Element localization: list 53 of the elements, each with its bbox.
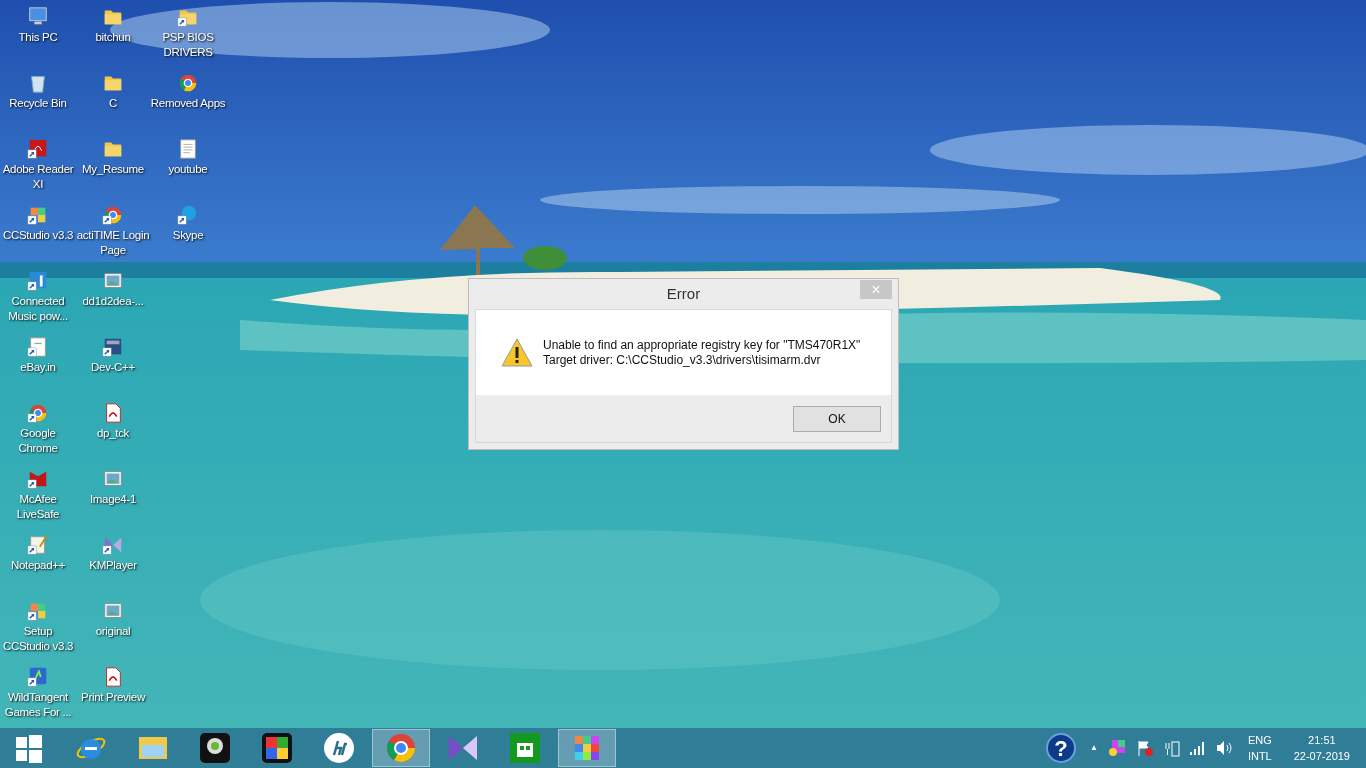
adobe-icon[interactable] — [27, 138, 49, 160]
notepad-icon[interactable] — [27, 534, 49, 556]
icon-label[interactable]: Removed Apps — [150, 96, 226, 111]
puzzle-icon — [260, 731, 294, 765]
battery-icon[interactable] — [1163, 739, 1180, 757]
icon-label[interactable]: Image4-1 — [89, 492, 137, 507]
icon-label[interactable]: C — [109, 96, 117, 111]
webcam-icon — [198, 731, 232, 765]
language-indicator[interactable]: ENG — [1247, 732, 1272, 748]
icon-label[interactable]: actiTIME Login Page — [76, 228, 150, 258]
help-icon[interactable]: ? — [1045, 733, 1076, 763]
icon-label[interactable]: original — [95, 624, 131, 639]
icon-label[interactable]: Skype — [172, 228, 204, 243]
icon-label[interactable]: PSP BIOS DRIVERS — [150, 30, 226, 60]
page-icon[interactable] — [27, 336, 49, 358]
icon-label[interactable]: Setup CCStudio v3.3 — [0, 624, 76, 654]
icon-label[interactable]: youtube — [168, 162, 208, 177]
icon-label[interactable]: Adobe Reader XI — [0, 162, 76, 192]
warning-icon — [501, 337, 533, 368]
icon-label[interactable]: This PC — [18, 30, 58, 45]
clock-date[interactable]: 22-07-2019 — [1293, 748, 1350, 764]
icon-label[interactable]: CCStudio v3.3 — [2, 228, 74, 243]
chrome-icon — [384, 731, 418, 765]
ok-button[interactable]: OK — [793, 405, 881, 432]
chrome-icon[interactable] — [27, 402, 49, 424]
store-icon — [508, 731, 542, 765]
icon-label[interactable]: Recycle Bin — [9, 96, 67, 111]
icon-label[interactable]: KMPlayer — [89, 558, 137, 573]
show-hidden-icons-button[interactable]: ▲ — [1089, 742, 1098, 754]
icon-label[interactable]: Google Chrome — [0, 426, 76, 456]
icon-label[interactable]: dd1d2dea-... — [82, 294, 144, 309]
icon-label[interactable]: dp_tck — [96, 426, 130, 441]
icon-label[interactable]: My_Resume — [82, 162, 144, 177]
window-title: Error — [666, 283, 701, 304]
error-message: Unable to find an appropriate registry key for "TMS470R1X" Target driver: C:\CCStudio_v3.3\drivers\tisimarm.dvr — [543, 337, 861, 368]
icon-label[interactable]: eBay.in — [20, 360, 56, 375]
flag-error-icon[interactable] — [1135, 739, 1154, 757]
icon-label[interactable]: WildTangent Games For ... — [0, 690, 76, 720]
chrome-icon[interactable] — [177, 72, 199, 94]
icon-label[interactable]: Dev-C++ — [91, 360, 135, 375]
chrome-icon[interactable] — [102, 204, 124, 226]
language-indicator[interactable]: INTL — [1247, 748, 1272, 764]
volume-icon[interactable] — [1215, 740, 1234, 756]
icon-label[interactable]: Print Preview — [81, 690, 145, 705]
signal-icon[interactable] — [1189, 741, 1206, 755]
hp-logo-icon — [322, 731, 356, 765]
clock-time[interactable]: 21:51 — [1308, 732, 1336, 748]
text-icon[interactable] — [177, 138, 199, 160]
icon-label[interactable]: Connected Music pow... — [0, 294, 76, 324]
cube-icon[interactable] — [1107, 739, 1126, 757]
icon-label[interactable]: bitchun — [95, 30, 131, 45]
icon-label[interactable]: Notepad++ — [10, 558, 66, 573]
icon-label[interactable]: McAfee LiveSafe — [0, 492, 76, 522]
